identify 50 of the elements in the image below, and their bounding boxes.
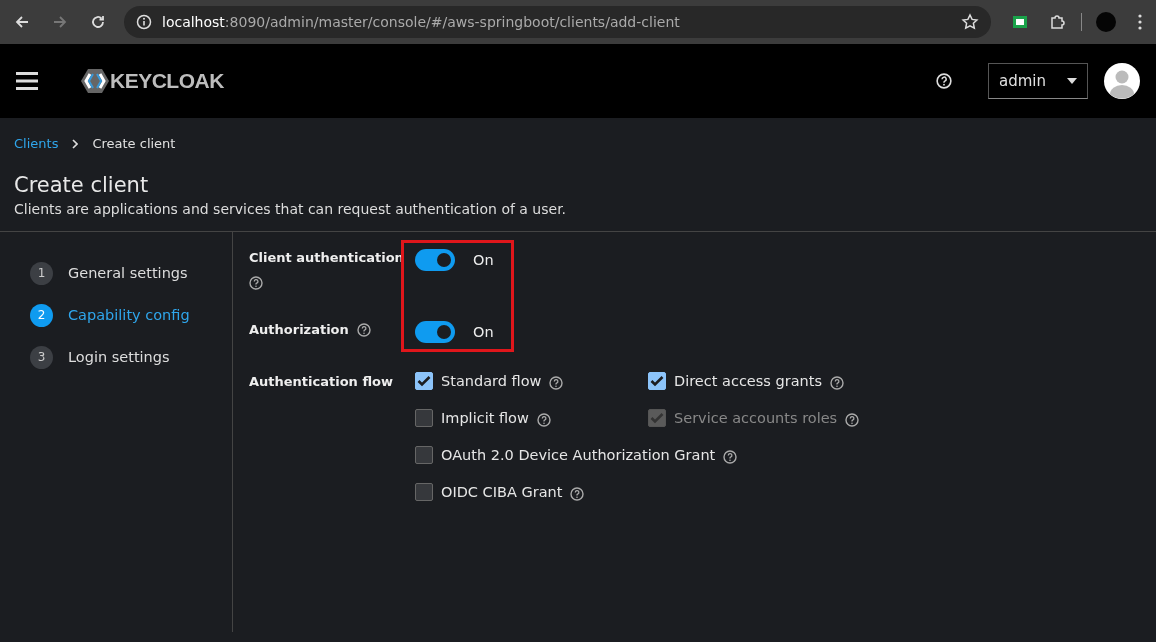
checkbox-label: Implicit flow bbox=[441, 410, 529, 426]
puzzle-icon[interactable] bbox=[1049, 13, 1067, 31]
help-icon[interactable] bbox=[549, 375, 564, 390]
help-icon[interactable] bbox=[845, 412, 860, 427]
checkbox-label: Standard flow bbox=[441, 373, 542, 389]
help-icon[interactable] bbox=[536, 412, 551, 427]
forward-arrow-icon[interactable] bbox=[52, 14, 68, 30]
help-icon[interactable] bbox=[249, 276, 263, 290]
field-label: Client authentication bbox=[249, 250, 404, 265]
star-icon[interactable] bbox=[961, 13, 979, 31]
address-bar[interactable]: localhost:8090/admin/master/console/#/aws-springboot/clients/add-client bbox=[124, 6, 991, 38]
field-label: Authorization bbox=[249, 322, 349, 337]
checkbox[interactable] bbox=[415, 372, 433, 390]
reload-icon[interactable] bbox=[90, 14, 106, 30]
extension-badge-icon[interactable] bbox=[1013, 16, 1027, 28]
checkbox-label: Service accounts roles bbox=[674, 410, 838, 426]
back-arrow-icon[interactable] bbox=[14, 14, 30, 30]
wizard-step[interactable]: 1 General settings bbox=[30, 252, 232, 294]
checkbox[interactable] bbox=[415, 409, 433, 427]
wizard-step[interactable]: 2 Capability config bbox=[30, 294, 232, 336]
user-dropdown[interactable]: admin bbox=[988, 63, 1088, 99]
help-icon[interactable] bbox=[356, 323, 371, 337]
page-description: Clients are applications and services that can request authentication of a user. bbox=[14, 201, 568, 217]
logo-text: KEYCLOAK bbox=[110, 69, 224, 93]
wizard-step[interactable]: 3 Login settings bbox=[30, 336, 232, 378]
page-title: Create client bbox=[14, 173, 150, 197]
info-icon[interactable] bbox=[136, 14, 152, 30]
help-icon[interactable] bbox=[570, 486, 585, 501]
avatar-silhouette-icon[interactable] bbox=[1104, 63, 1140, 99]
hexagon-logo-icon bbox=[80, 68, 110, 94]
checkbox-label: OIDC CIBA Grant bbox=[441, 484, 563, 500]
help-icon[interactable] bbox=[830, 375, 844, 390]
checkbox-label: OAuth 2.0 Device Authorization Grant bbox=[441, 447, 716, 463]
help-icon[interactable] bbox=[723, 449, 738, 464]
breadcrumb-current: Create client bbox=[92, 136, 176, 151]
checkbox[interactable] bbox=[415, 446, 433, 464]
checkbox[interactable] bbox=[648, 372, 666, 390]
caret-icon bbox=[1067, 78, 1077, 84]
toggle-switch[interactable] bbox=[415, 249, 455, 271]
toggle-state-text: On bbox=[473, 324, 494, 340]
menu-icon[interactable] bbox=[16, 72, 38, 90]
checkbox-label: Direct access grants bbox=[674, 373, 822, 389]
toggle-state-text: On bbox=[473, 252, 494, 268]
more-options-icon[interactable] bbox=[1138, 14, 1142, 30]
url-text: localhost:8090/admin/master/console/#/aws-springboot/clients/add-client bbox=[162, 14, 681, 30]
chevron-right-icon bbox=[72, 138, 79, 149]
toggle-switch[interactable] bbox=[415, 321, 455, 343]
field-label: Authentication flow bbox=[249, 374, 393, 389]
checkbox[interactable] bbox=[415, 483, 433, 501]
breadcrumb-link[interactable]: Clients bbox=[14, 136, 59, 151]
